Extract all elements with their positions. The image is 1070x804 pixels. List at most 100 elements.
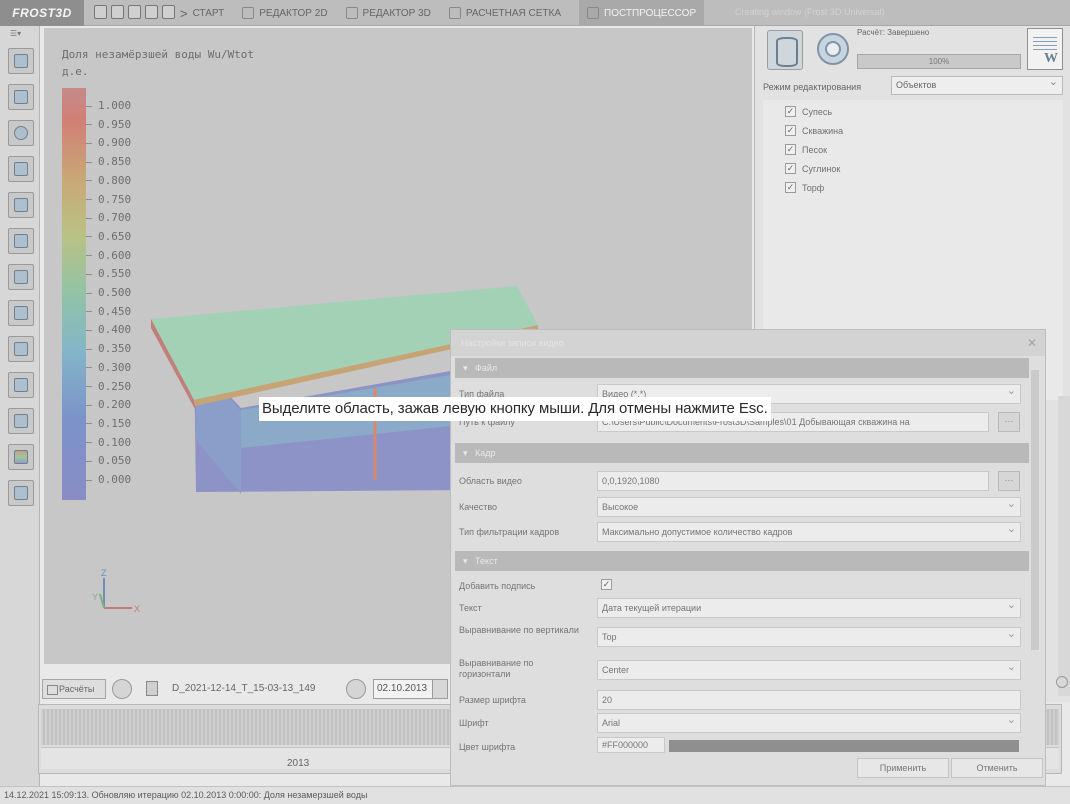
slice-icon	[14, 234, 28, 248]
area-picker-button[interactable]: ···	[998, 471, 1020, 491]
mesh-view-button[interactable]	[8, 156, 34, 182]
date-field[interactable]: 02.10.2013	[373, 679, 433, 699]
bar-chart-button[interactable]	[8, 408, 34, 434]
text-label: Текст	[459, 603, 482, 613]
quick-access-toolbar	[94, 5, 175, 19]
edit-mode-label: Режим редактирования	[763, 82, 862, 92]
bar-chart-icon	[14, 414, 28, 428]
font-color-swatch[interactable]	[669, 740, 1019, 752]
video-record-button[interactable]	[8, 480, 34, 506]
gear-icon[interactable]	[813, 28, 853, 70]
dialog-title: Настройки записи видео ✕	[451, 330, 1045, 356]
panel-scrollbar[interactable]	[1058, 396, 1070, 696]
font-size-label: Размер шрифта	[459, 695, 526, 705]
copy-view-button[interactable]	[8, 300, 34, 326]
refresh-icon[interactable]	[112, 679, 132, 699]
checkbox[interactable]: ✓	[785, 144, 796, 155]
font-color-field[interactable]: #FF000000	[597, 737, 665, 753]
layer-item[interactable]: ✓ Торф	[785, 182, 824, 193]
cube-icon	[14, 54, 28, 68]
halign-label: Выравнивание по горизонтали	[459, 658, 534, 679]
copy-icon	[14, 306, 28, 320]
toolbar-menu-icon[interactable]: ☰▾	[10, 29, 21, 38]
video-area-field[interactable]: 0,0,1920,1080	[597, 471, 989, 491]
video-area-label: Область видео	[459, 476, 522, 486]
filter-select[interactable]: Максимально допустимое количество кадров	[597, 522, 1021, 542]
palette-icon	[14, 450, 28, 464]
checkbox[interactable]: ✓	[785, 106, 796, 117]
progress-text: 100%	[928, 57, 950, 66]
filter-label: Тип фильтрации кадров	[459, 527, 560, 537]
calc-status: Расчёт: Завершено	[857, 28, 930, 37]
section-text[interactable]: ▾ Текст	[455, 551, 1029, 571]
font-select[interactable]: Arial	[597, 713, 1021, 733]
measure-button[interactable]	[8, 336, 34, 362]
save-icon[interactable]	[94, 5, 107, 19]
export-icon[interactable]	[145, 5, 158, 19]
import-icon[interactable]	[162, 5, 175, 19]
axis-y-label: Y	[92, 592, 98, 602]
valign-label: Выравнивание по вертикали	[459, 625, 579, 635]
layers-icon	[14, 198, 28, 212]
halign-select[interactable]: Center	[597, 660, 1021, 680]
font-size-field[interactable]: 20	[597, 690, 1021, 710]
checkbox[interactable]: ✓	[785, 125, 796, 136]
layer-item[interactable]: ✓ Супесь	[785, 106, 832, 117]
grid-icon	[242, 7, 255, 19]
menu-mesh[interactable]: РАСЧЕТНАЯ СЕТКА	[448, 7, 561, 19]
slice-button[interactable]	[8, 228, 34, 254]
quality-label: Качество	[459, 502, 498, 512]
view-3d-button[interactable]	[8, 48, 34, 74]
add-caption-checkbox[interactable]: ✓	[601, 579, 612, 590]
font-color-label: Цвет шрифта	[459, 742, 516, 752]
zoom-icon	[14, 126, 28, 140]
dialog-scrollbar[interactable]	[1031, 370, 1039, 650]
play-icon: >	[180, 5, 188, 21]
download-button[interactable]	[8, 372, 34, 398]
checkbox[interactable]: ✓	[785, 163, 796, 174]
valign-select[interactable]: Top	[597, 627, 1021, 647]
axis-z-label: Z	[101, 568, 107, 578]
selection-hint: Выделите область, зажав левую кнопку мыш…	[259, 397, 771, 421]
view-chart-button[interactable]	[8, 84, 34, 110]
report-document-icon[interactable]	[1027, 28, 1063, 70]
close-icon[interactable]: ✕	[1027, 330, 1037, 356]
window-button[interactable]	[8, 264, 34, 290]
layers-view-button[interactable]	[8, 192, 34, 218]
cube-icon	[345, 7, 358, 19]
add-caption-label: Добавить подпись	[459, 581, 536, 591]
calculations-button[interactable]: Расчёты	[42, 679, 106, 699]
edit-mode-select[interactable]: Объектов	[891, 74, 1063, 95]
text-select[interactable]: Дата текущей итерации	[597, 598, 1021, 618]
collapse-icon[interactable]	[1056, 676, 1068, 688]
top-toolbar: FROST3D > СТАРТ РЕДАКТОР 2D РЕДАКТОР 3D Р…	[0, 0, 1070, 26]
axis-triad: Z Y X	[92, 568, 140, 614]
layer-item[interactable]: ✓ Скважина	[785, 125, 843, 136]
timeline-year: 2013	[287, 758, 310, 769]
quality-select[interactable]: Высокое	[597, 497, 1021, 517]
window-title: Creating window (Frost 3D Universal)	[735, 7, 885, 17]
menu-postprocessor[interactable]: ПОСТПРОЦЕССОР	[579, 0, 705, 26]
layer-item[interactable]: ✓ Суглинок	[785, 163, 840, 174]
zoom-button[interactable]	[8, 120, 34, 146]
section-file[interactable]: ▾ Файл	[455, 358, 1029, 378]
palette-button[interactable]	[8, 444, 34, 470]
main-menu: > СТАРТ РЕДАКТОР 2D РЕДАКТОР 3D РАСЧЕТНАЯ…	[180, 0, 722, 26]
rewind-icon[interactable]	[346, 679, 366, 699]
section-frame[interactable]: ▾ Кадр	[455, 443, 1029, 463]
menu-start[interactable]: > СТАРТ	[180, 6, 224, 21]
cancel-button[interactable]: Отменить	[951, 758, 1043, 778]
menu-editor-3d[interactable]: РЕДАКТОР 3D	[345, 7, 431, 19]
open-icon[interactable]	[111, 5, 124, 19]
database-icon[interactable]	[767, 30, 803, 70]
checkbox[interactable]: ✓	[785, 182, 796, 193]
measure-icon	[14, 342, 28, 356]
browse-button[interactable]: ···	[998, 412, 1020, 432]
video-icon	[14, 486, 28, 500]
apply-button[interactable]: Применить	[857, 758, 949, 778]
menu-editor-2d[interactable]: РЕДАКТОР 2D	[242, 7, 328, 19]
axis-x-label: X	[134, 604, 140, 614]
save-all-icon[interactable]	[128, 5, 141, 19]
layer-item[interactable]: ✓ Песок	[785, 144, 827, 155]
calendar-dropdown[interactable]	[432, 679, 448, 699]
